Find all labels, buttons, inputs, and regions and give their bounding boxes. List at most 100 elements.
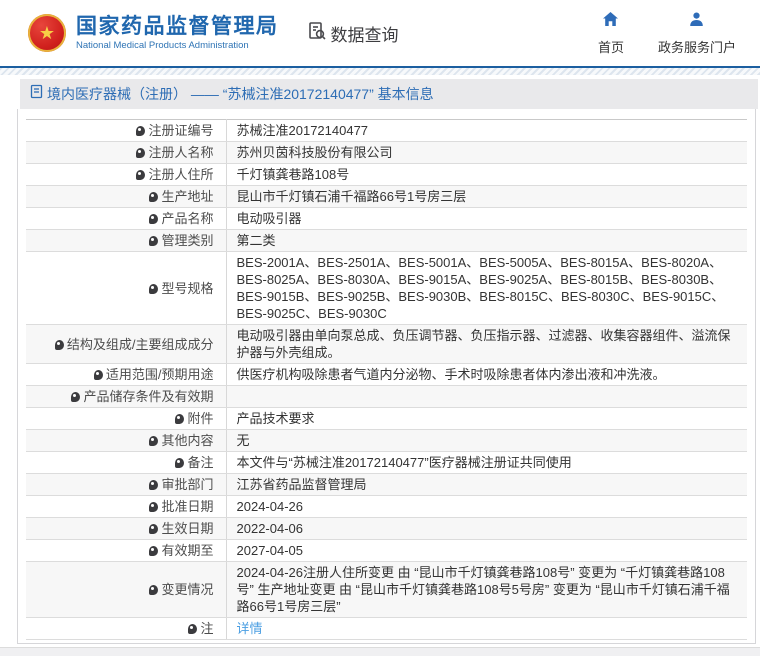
row-value: 无 bbox=[226, 430, 747, 452]
row-value: 电动吸引器 bbox=[226, 208, 747, 230]
note-balloon-icon bbox=[175, 414, 184, 424]
table-row: 型号规格 BES-2001A、BES-2501A、BES-5001A、BES-5… bbox=[26, 252, 747, 325]
site-subtitle: National Medical Products Administration bbox=[76, 40, 279, 51]
row-value: 苏州贝茵科技股份有限公司 bbox=[226, 142, 747, 164]
note-balloon-icon bbox=[149, 585, 158, 595]
row-label: 型号规格 bbox=[26, 252, 226, 325]
data-query-entry[interactable]: 数据查询 bbox=[307, 21, 399, 46]
user-icon bbox=[688, 11, 705, 33]
row-value: 产品技术要求 bbox=[226, 408, 747, 430]
nav-item-portal[interactable]: 政务服务门户 bbox=[658, 11, 736, 56]
nav-home-label: 首页 bbox=[598, 37, 624, 56]
page-title: 境内医疗器械（注册） —— “苏械注准20172140477” 基本信息 bbox=[47, 84, 434, 104]
row-label: 注 bbox=[26, 618, 226, 640]
info-table: 注册证编号 苏械注准20172140477 注册人名称 苏州贝茵科技股份有限公司… bbox=[26, 119, 747, 640]
note-balloon-icon bbox=[175, 458, 184, 468]
table-row: 产品储存条件及有效期 bbox=[26, 386, 747, 408]
detail-link[interactable]: 详情 bbox=[237, 621, 263, 636]
row-label: 注册证编号 bbox=[26, 120, 226, 142]
national-emblem-icon: ★ bbox=[28, 14, 66, 52]
row-value: 2024-04-26注册人住所变更 由 “昆山市千灯镇龚巷路108号” 变更为 … bbox=[226, 562, 747, 618]
table-row: 适用范围/预期用途 供医疗机构吸除患者气道内分泌物、手术时吸除患者体内渗出液和冲… bbox=[26, 364, 747, 386]
header-nav: 首页 政务服务门户 bbox=[598, 11, 746, 56]
row-value: 本文件与“苏械注准20172140477”医疗器械注册证共同使用 bbox=[226, 452, 747, 474]
table-row: 结构及组成/主要组成成分 电动吸引器由单向泵总成、负压调节器、负压指示器、过滤器… bbox=[26, 325, 747, 364]
row-value: BES-2001A、BES-2501A、BES-5001A、BES-5005A、… bbox=[226, 252, 747, 325]
row-label: 附件 bbox=[26, 408, 226, 430]
row-label: 审批部门 bbox=[26, 474, 226, 496]
note-balloon-icon bbox=[136, 170, 145, 180]
data-query-label: 数据查询 bbox=[331, 21, 399, 46]
note-balloon-icon bbox=[149, 480, 158, 490]
table-row: 注 详情 bbox=[26, 618, 747, 640]
row-value bbox=[226, 386, 747, 408]
document-icon bbox=[30, 84, 43, 104]
info-panel: 注册证编号 苏械注准20172140477 注册人名称 苏州贝茵科技股份有限公司… bbox=[17, 109, 756, 644]
row-value: 苏械注准20172140477 bbox=[226, 120, 747, 142]
table-row: 备注 本文件与“苏械注准20172140477”医疗器械注册证共同使用 bbox=[26, 452, 747, 474]
note-balloon-icon bbox=[136, 126, 145, 136]
row-value: 详情 bbox=[226, 618, 747, 640]
row-value: 2024-04-26 bbox=[226, 496, 747, 518]
row-label: 管理类别 bbox=[26, 230, 226, 252]
note-balloon-icon bbox=[136, 148, 145, 158]
row-value: 昆山市千灯镇石浦千福路66号1号房三层 bbox=[226, 186, 747, 208]
home-icon bbox=[602, 11, 619, 33]
row-value: 2027-04-05 bbox=[226, 540, 747, 562]
row-value: 第二类 bbox=[226, 230, 747, 252]
table-row: 审批部门 江苏省药品监督管理局 bbox=[26, 474, 747, 496]
row-label: 批准日期 bbox=[26, 496, 226, 518]
row-label: 生产地址 bbox=[26, 186, 226, 208]
table-row: 管理类别 第二类 bbox=[26, 230, 747, 252]
row-label: 有效期至 bbox=[26, 540, 226, 562]
note-balloon-icon bbox=[149, 524, 158, 534]
note-balloon-icon bbox=[149, 284, 158, 294]
row-label: 注册人名称 bbox=[26, 142, 226, 164]
note-balloon-icon bbox=[94, 370, 103, 380]
note-balloon-icon bbox=[149, 236, 158, 246]
table-row: 生产地址 昆山市千灯镇石浦千福路66号1号房三层 bbox=[26, 186, 747, 208]
row-label: 产品名称 bbox=[26, 208, 226, 230]
row-label: 结构及组成/主要组成成分 bbox=[26, 325, 226, 364]
site-logo: ★ 国家药品监督管理局 National Medical Products Ad… bbox=[28, 14, 279, 52]
table-row: 变更情况 2024-04-26注册人住所变更 由 “昆山市千灯镇龚巷路108号”… bbox=[26, 562, 747, 618]
info-table-body: 注册证编号 苏械注准20172140477 注册人名称 苏州贝茵科技股份有限公司… bbox=[26, 120, 747, 640]
row-value: 供医疗机构吸除患者气道内分泌物、手术时吸除患者体内渗出液和冲洗液。 bbox=[226, 364, 747, 386]
hatched-divider bbox=[0, 68, 760, 75]
row-value: 2022-04-06 bbox=[226, 518, 747, 540]
note-balloon-icon bbox=[149, 502, 158, 512]
table-row: 注册人名称 苏州贝茵科技股份有限公司 bbox=[26, 142, 747, 164]
note-balloon-icon bbox=[149, 214, 158, 224]
page-title-bar: 境内医疗器械（注册） —— “苏械注准20172140477” 基本信息 bbox=[20, 79, 758, 109]
note-balloon-icon bbox=[71, 392, 80, 402]
row-label: 注册人住所 bbox=[26, 164, 226, 186]
table-row: 其他内容 无 bbox=[26, 430, 747, 452]
footer-strip bbox=[0, 647, 760, 656]
table-row: 注册证编号 苏械注准20172140477 bbox=[26, 120, 747, 142]
row-value: 江苏省药品监督管理局 bbox=[226, 474, 747, 496]
row-label: 适用范围/预期用途 bbox=[26, 364, 226, 386]
row-value: 千灯镇龚巷路108号 bbox=[226, 164, 747, 186]
nav-portal-label: 政务服务门户 bbox=[658, 37, 736, 56]
note-balloon-icon bbox=[188, 624, 197, 634]
row-label: 产品储存条件及有效期 bbox=[26, 386, 226, 408]
note-balloon-icon bbox=[55, 340, 64, 350]
table-row: 生效日期 2022-04-06 bbox=[26, 518, 747, 540]
row-value: 电动吸引器由单向泵总成、负压调节器、负压指示器、过滤器、收集容器组件、溢流保护器… bbox=[226, 325, 747, 364]
note-balloon-icon bbox=[149, 192, 158, 202]
note-balloon-icon bbox=[149, 546, 158, 556]
table-row: 产品名称 电动吸引器 bbox=[26, 208, 747, 230]
table-row: 注册人住所 千灯镇龚巷路108号 bbox=[26, 164, 747, 186]
nav-item-home[interactable]: 首页 bbox=[598, 11, 624, 56]
row-label: 生效日期 bbox=[26, 518, 226, 540]
row-label: 其他内容 bbox=[26, 430, 226, 452]
site-title: 国家药品监督管理局 bbox=[76, 15, 279, 39]
row-label: 变更情况 bbox=[26, 562, 226, 618]
table-row: 附件 产品技术要求 bbox=[26, 408, 747, 430]
row-label: 备注 bbox=[26, 452, 226, 474]
site-header: ★ 国家药品监督管理局 National Medical Products Ad… bbox=[0, 0, 760, 66]
note-balloon-icon bbox=[149, 436, 158, 446]
doc-search-icon bbox=[307, 21, 327, 46]
table-row: 批准日期 2024-04-26 bbox=[26, 496, 747, 518]
table-row: 有效期至 2027-04-05 bbox=[26, 540, 747, 562]
